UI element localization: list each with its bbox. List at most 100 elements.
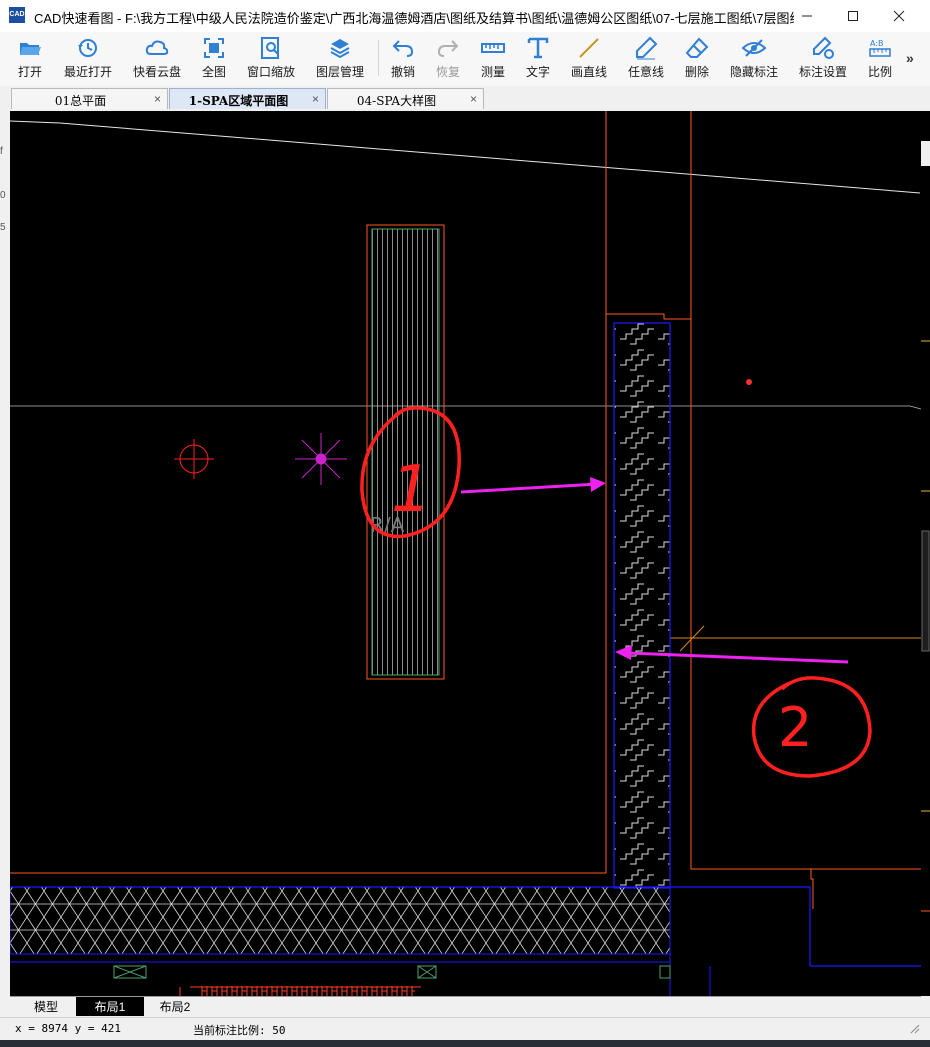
title-bar: CAD CAD快速看图 - F:\我方工程\中级人民法院造价鉴定\广西北海温德姆… xyxy=(0,0,930,32)
red-dot xyxy=(746,379,752,385)
annotation-arrow-1 xyxy=(460,482,599,494)
room-outline xyxy=(10,111,607,874)
annotation-circle-2: 2 xyxy=(751,676,872,778)
room-outline xyxy=(606,111,692,320)
maximize-button[interactable] xyxy=(830,0,876,32)
annotation-number-2: 2 xyxy=(778,696,812,759)
text-icon xyxy=(526,36,550,60)
zoom-window-icon xyxy=(259,36,283,60)
measure-button[interactable]: 测量 xyxy=(481,36,505,82)
column-hatch xyxy=(371,228,440,676)
recent-open-label: 最近打开 xyxy=(64,65,113,79)
hatched-wall xyxy=(613,322,671,889)
freehand-line-button[interactable]: 任意线 xyxy=(628,36,664,82)
open-button[interactable]: 打开 xyxy=(18,36,42,82)
diagonal-wall-line xyxy=(10,120,921,194)
eraser-icon xyxy=(685,36,709,60)
redo-label: 恢复 xyxy=(436,65,461,79)
tab-01-site-plan[interactable]: 01总平面 × xyxy=(11,88,168,109)
draw-line-label: 画直线 xyxy=(571,65,608,79)
layout-tab-bar: 模型 布局1 布局2 xyxy=(10,996,921,1017)
left-strip-mark: 0 xyxy=(0,190,6,201)
window-title: CAD快速看图 - F:\我方工程\中级人民法院造价鉴定\广西北海温德姆酒店\图… xyxy=(34,11,794,26)
left-strip-mark: f xyxy=(0,146,3,157)
hide-annotation-button[interactable]: 隐藏标注 xyxy=(730,36,778,82)
resize-grip-icon[interactable] xyxy=(908,1022,920,1034)
cloud-disk-label: 快看云盘 xyxy=(133,65,182,79)
freehand-line-label: 任意线 xyxy=(628,65,665,79)
app-window: CAD CAD快速看图 - F:\我方工程\中级人民法院造价鉴定\广西北海温德姆… xyxy=(0,0,930,1047)
annotation-settings-label: 标注设置 xyxy=(799,65,848,79)
minimize-icon xyxy=(802,15,812,17)
fit-view-icon xyxy=(202,36,226,60)
tab-spa-detail[interactable]: 04-SPA大样图 × xyxy=(327,88,484,109)
window-zoom-label: 窗口缩放 xyxy=(247,65,296,79)
axis-line xyxy=(10,405,921,410)
folder-open-icon xyxy=(18,36,42,60)
text-button[interactable]: 文字 xyxy=(526,36,550,82)
annotation-number-1: 1 xyxy=(391,453,432,527)
svg-text:A:B: A:B xyxy=(870,39,884,48)
status-bar: x = 8974 y = 421 当前标注比例: 50 xyxy=(0,1017,930,1040)
delete-button[interactable]: 删除 xyxy=(685,36,709,82)
left-side-strip: f 0 5 xyxy=(0,86,10,1016)
door-symbol xyxy=(659,965,671,979)
tab-label: 01总平面 xyxy=(54,94,107,108)
main-toolbar: 打开 最近打开 快看云盘 全图 窗口缩放 图层管理 撤销 恢复 测量 文字 画直… xyxy=(0,32,930,86)
tab-label: 1-SPA区域平面图 xyxy=(188,94,289,108)
text-label: 文字 xyxy=(526,65,551,79)
diamond-hatch-wall xyxy=(10,886,671,955)
room-outline xyxy=(810,869,814,909)
layout-tab-layout1[interactable]: 布局1 xyxy=(76,997,144,1016)
light-fixture-symbol xyxy=(295,433,347,485)
layout-tab-model[interactable]: 模型 xyxy=(18,997,74,1016)
tab-close-icon[interactable]: × xyxy=(154,92,161,106)
layout-tab-layout2[interactable]: 布局2 xyxy=(146,997,204,1016)
undo-icon xyxy=(391,36,415,60)
scale-button[interactable]: A:B 比例 xyxy=(868,36,892,82)
tab-close-icon[interactable]: × xyxy=(470,92,477,106)
document-tab-bar: 01总平面 × 1-SPA区域平面图 × 04-SPA大样图 × xyxy=(10,86,920,110)
right-side-strip xyxy=(921,111,930,996)
settings-pen-icon xyxy=(811,36,835,60)
open-label: 打开 xyxy=(18,65,43,79)
tab-label: 04-SPA大样图 xyxy=(356,94,437,108)
scale-ratio-icon: A:B xyxy=(868,36,892,60)
draw-line-button[interactable]: 画直线 xyxy=(571,36,607,82)
window-zoom-button[interactable]: 窗口缩放 xyxy=(247,36,295,82)
toolbar-separator xyxy=(378,40,379,76)
close-icon xyxy=(893,10,905,22)
measure-label: 测量 xyxy=(481,65,506,79)
undo-button[interactable]: 撤销 xyxy=(391,36,415,82)
redo-button[interactable]: 恢复 xyxy=(436,36,460,82)
redo-icon xyxy=(436,36,460,60)
full-view-label: 全图 xyxy=(202,65,227,79)
annotation-settings-button[interactable]: 标注设置 xyxy=(799,36,847,82)
hide-annotation-label: 隐藏标注 xyxy=(730,65,779,79)
maximize-icon xyxy=(848,11,858,21)
cursor-coordinates: x = 8974 y = 421 xyxy=(15,1022,121,1035)
tab-spa-floor-plan[interactable]: 1-SPA区域平面图 × xyxy=(169,88,326,109)
full-view-button[interactable]: 全图 xyxy=(202,36,226,82)
pen-icon xyxy=(634,36,658,60)
close-button[interactable] xyxy=(876,0,922,32)
drawing-canvas[interactable]: R/A 1 2 xyxy=(10,111,921,996)
undo-label: 撤销 xyxy=(391,65,416,79)
toolbar-more-button[interactable]: » xyxy=(906,50,914,66)
crosshair-symbol xyxy=(174,439,214,479)
bottom-wall xyxy=(669,954,711,996)
line-icon xyxy=(577,36,601,60)
minimize-button[interactable] xyxy=(784,0,830,32)
cloud-icon xyxy=(145,36,169,60)
eye-hidden-icon xyxy=(742,36,766,60)
cloud-disk-button[interactable]: 快看云盘 xyxy=(133,36,181,82)
room-outline xyxy=(690,319,921,870)
layer-manager-label: 图层管理 xyxy=(316,65,365,79)
app-logo-icon: CAD xyxy=(9,7,25,23)
layer-manager-button[interactable]: 图层管理 xyxy=(316,36,364,82)
ruler-icon xyxy=(481,36,505,60)
tab-close-icon[interactable]: × xyxy=(312,92,319,106)
clock-history-icon xyxy=(76,36,100,60)
recent-open-button[interactable]: 最近打开 xyxy=(64,36,112,82)
taskbar-edge xyxy=(0,1040,930,1047)
